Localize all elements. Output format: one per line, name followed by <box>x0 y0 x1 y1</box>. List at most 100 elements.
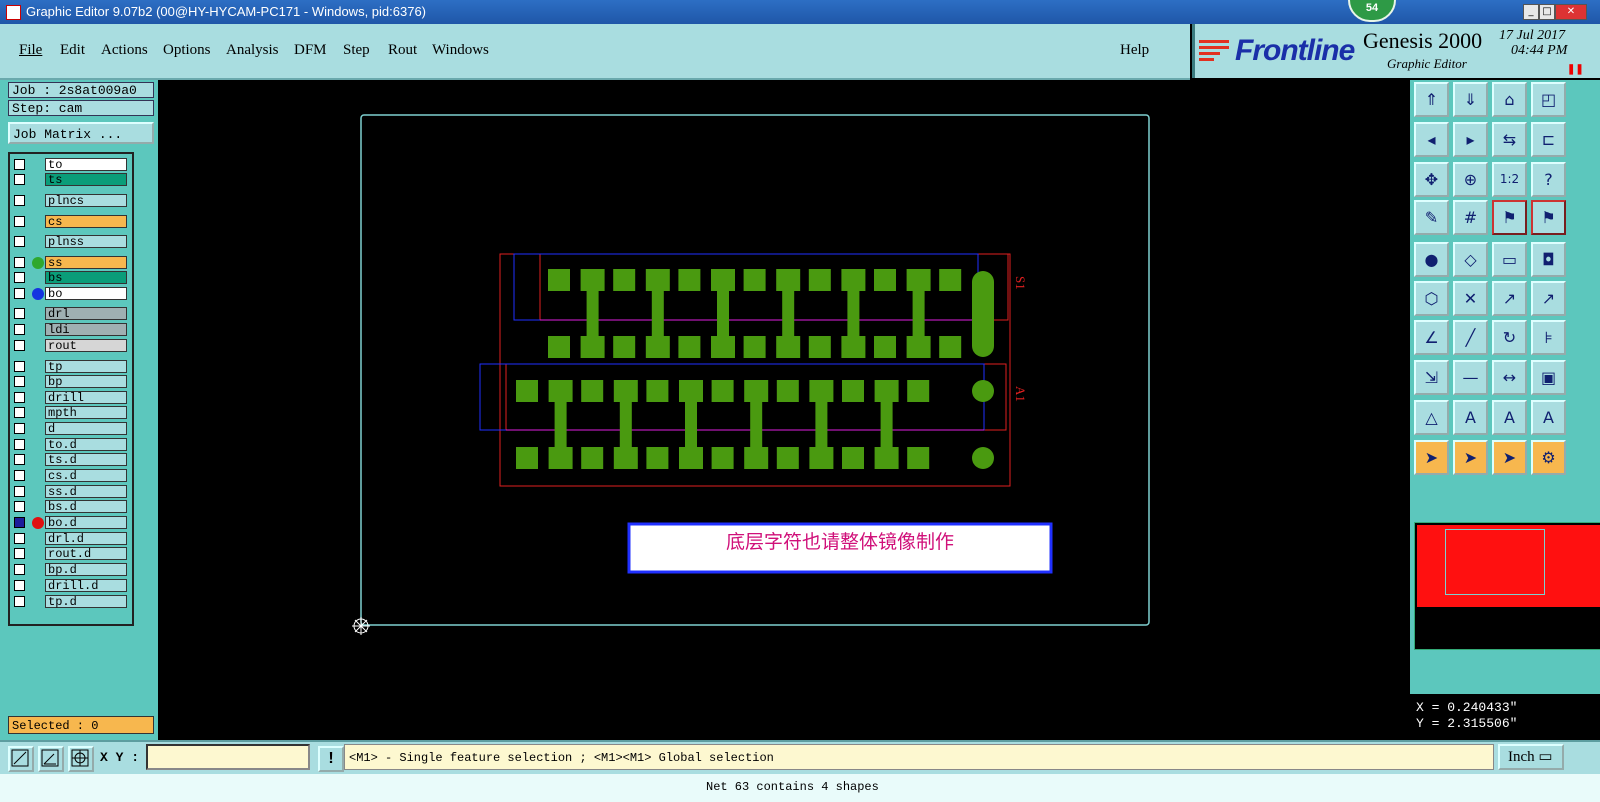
pad-square[interactable] <box>743 336 766 358</box>
layer-name[interactable]: bp.d <box>45 563 127 577</box>
line-segment-icon[interactable]: — <box>1453 360 1488 395</box>
pad-square[interactable] <box>874 336 896 358</box>
layer-name[interactable]: drl <box>45 307 127 321</box>
layer-checkbox[interactable] <box>14 533 25 544</box>
pad-ibeam[interactable] <box>776 269 801 291</box>
layer-name[interactable]: bs.d <box>45 500 127 514</box>
layer-row-cs-d[interactable]: cs.d <box>12 469 128 483</box>
layer-row-mpth[interactable]: mpth <box>12 406 128 420</box>
layer-checkbox[interactable] <box>14 596 25 607</box>
connect-icon[interactable]: ⬡ <box>1414 281 1449 316</box>
zoom-center-icon[interactable]: ⊕ <box>1453 162 1488 197</box>
layer-name[interactable]: ts.d <box>45 453 127 467</box>
layer-checkbox[interactable] <box>14 580 25 591</box>
layer-checkbox[interactable] <box>14 236 25 247</box>
measure-options-icon[interactable]: ✎ <box>1414 200 1449 235</box>
pad-square[interactable] <box>874 269 896 291</box>
graphic-canvas[interactable]: S1 A1 底层字符也请整体镜像制作 <box>158 80 1410 740</box>
pad-square[interactable] <box>907 380 930 402</box>
distance-icon[interactable]: ↔ <box>1492 360 1527 395</box>
xy-input[interactable] <box>146 744 310 770</box>
layer-checkbox[interactable] <box>14 439 25 450</box>
polygon-icon[interactable]: ◇ <box>1453 242 1488 277</box>
pad-square[interactable] <box>939 336 962 358</box>
line-icon[interactable]: ∠ <box>1414 320 1449 355</box>
page-down-icon[interactable]: ⇓ <box>1453 82 1488 117</box>
pad-ibeam[interactable] <box>613 447 638 469</box>
pad-square[interactable] <box>939 269 962 291</box>
layer-row-bs-d[interactable]: bs.d <box>12 500 128 514</box>
add-pad-icon[interactable]: ● <box>1414 242 1449 277</box>
maximize-icon[interactable]: □ <box>1539 4 1555 20</box>
triangle-outline-icon[interactable]: A <box>1453 400 1488 435</box>
layer-checkbox[interactable] <box>14 376 25 387</box>
pad-ibeam[interactable] <box>841 269 866 291</box>
layer-checkbox[interactable] <box>14 195 25 206</box>
layer-checkbox[interactable] <box>14 517 25 528</box>
pad-round[interactable] <box>972 380 994 402</box>
layer-name[interactable]: drill.d <box>45 579 127 593</box>
pad-square[interactable] <box>581 380 604 402</box>
pcb-drawing[interactable]: S1 A1 底层字符也请整体镜像制作 <box>158 80 1410 740</box>
menu-options[interactable]: Options <box>163 42 211 59</box>
layer-row-drl[interactable]: drl <box>12 307 128 321</box>
pad-square[interactable] <box>646 380 669 402</box>
pad-ibeam[interactable] <box>912 291 925 336</box>
layer-checkbox[interactable] <box>14 288 25 299</box>
layer-row-ts-d[interactable]: ts.d <box>12 453 128 467</box>
minimize-icon[interactable]: _ <box>1523 4 1539 20</box>
pad-square[interactable] <box>613 269 636 291</box>
layer-checkbox[interactable] <box>14 340 25 351</box>
layer-name[interactable]: ss <box>45 256 127 270</box>
flip-icon[interactable]: ⇆ <box>1492 122 1527 157</box>
layer-checkbox[interactable] <box>14 272 25 283</box>
pad-square[interactable] <box>548 269 570 291</box>
pad-ibeam[interactable] <box>809 447 834 469</box>
pad-ibeam[interactable] <box>613 380 638 402</box>
layer-name[interactable]: mpth <box>45 406 127 420</box>
pad-ibeam[interactable] <box>586 291 599 336</box>
overview-map[interactable] <box>1414 522 1600 650</box>
select-box-alt-icon[interactable]: ➤ <box>1492 440 1527 475</box>
pad-square[interactable] <box>907 447 930 469</box>
layer-name[interactable]: tp <box>45 360 127 374</box>
layer-row-bs[interactable]: bs <box>12 271 128 285</box>
layer-checkbox[interactable] <box>14 454 25 465</box>
layer-row-drl-d[interactable]: drl.d <box>12 532 128 546</box>
pad-ibeam[interactable] <box>711 269 735 291</box>
pad-ibeam[interactable] <box>548 380 573 402</box>
pad-square[interactable] <box>678 269 701 291</box>
pad-square[interactable] <box>646 447 669 469</box>
layer-name[interactable]: ts <box>45 173 127 187</box>
pad-square[interactable] <box>678 336 701 358</box>
menu-windows[interactable]: Windows <box>432 42 489 59</box>
layer-name[interactable]: cs <box>45 215 127 229</box>
menu-dfm[interactable]: DFM <box>294 42 327 59</box>
measure-angle-icon[interactable] <box>38 746 64 772</box>
menu-analysis[interactable]: Analysis <box>226 42 279 59</box>
select-box-icon[interactable]: ➤ <box>1453 440 1488 475</box>
pad-ibeam[interactable] <box>874 447 899 469</box>
units-selector[interactable]: Inch ▭ <box>1498 744 1564 770</box>
pad-square[interactable] <box>842 380 864 402</box>
pad-ibeam[interactable] <box>744 447 769 469</box>
ratio-icon[interactable]: 1:2 <box>1492 162 1527 197</box>
pad-ibeam[interactable] <box>815 402 828 447</box>
pan-left-icon[interactable]: ◂ <box>1414 122 1449 157</box>
move-point-alt-icon[interactable]: ↗ <box>1531 281 1566 316</box>
layer-name[interactable]: ss.d <box>45 485 127 499</box>
pad-ibeam[interactable] <box>906 336 931 358</box>
layer-name[interactable]: rout <box>45 339 127 353</box>
triangle-icon[interactable]: △ <box>1414 400 1449 435</box>
pad-square[interactable] <box>776 380 799 402</box>
pad-ibeam[interactable] <box>847 291 860 336</box>
layer-checkbox[interactable] <box>14 486 25 497</box>
delete-point-icon[interactable]: ✕ <box>1453 281 1488 316</box>
layer-row-drill[interactable]: drill <box>12 391 128 405</box>
layer-checkbox[interactable] <box>14 392 25 403</box>
layer-row-to-d[interactable]: to.d <box>12 438 128 452</box>
menu-help[interactable]: Help <box>1120 42 1149 59</box>
menu-actions[interactable]: Actions <box>101 42 148 59</box>
pad-square[interactable] <box>743 269 766 291</box>
pad-ibeam[interactable] <box>782 291 795 336</box>
